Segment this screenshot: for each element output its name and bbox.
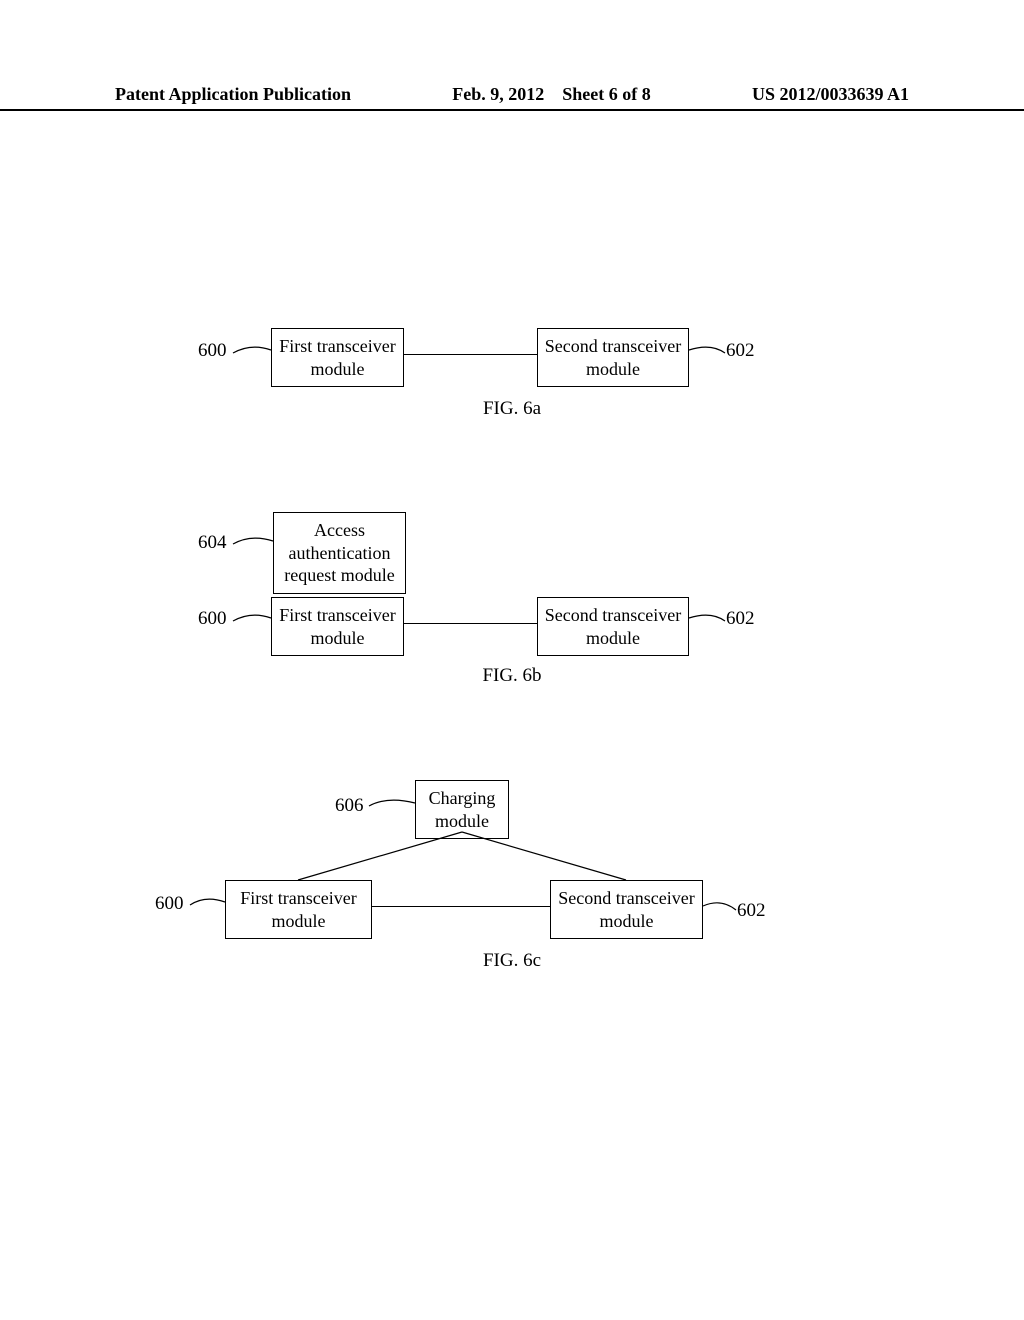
fig6a-first-ref: 600 (198, 340, 227, 362)
fig6b-second-transceiver-box: Second transceiver module (537, 597, 689, 656)
fig6a-caption: FIG. 6a (412, 398, 612, 420)
header-right: US 2012/0033639 A1 (752, 84, 909, 105)
header-center: Feb. 9, 2012 Sheet 6 of 8 (351, 84, 752, 105)
fig6c-first-ref: 600 (155, 893, 184, 915)
fig6c-charging-box: Charging module (415, 780, 509, 839)
fig6b-access-auth-box: Access authentication request module (273, 512, 406, 594)
fig6c-second-ref: 602 (737, 900, 766, 922)
header-date: Feb. 9, 2012 (452, 84, 544, 104)
fig6b-first-transceiver-box: First transceiver module (271, 597, 404, 656)
fig6c-charging-ref: 606 (335, 795, 364, 817)
fig6a-second-ref: 602 (726, 340, 755, 362)
lead-lines (0, 0, 1024, 1320)
fig6c-second-transceiver-box: Second transceiver module (550, 880, 703, 939)
fig6c-first-transceiver-box: First transceiver module (225, 880, 372, 939)
header-left: Patent Application Publication (115, 84, 351, 105)
fig6b-first-ref: 600 (198, 608, 227, 630)
header-sheet: Sheet 6 of 8 (562, 84, 651, 104)
fig6a-second-transceiver-box: Second transceiver module (537, 328, 689, 387)
fig6c-caption: FIG. 6c (412, 950, 612, 972)
fig6b-second-ref: 602 (726, 608, 755, 630)
fig6c-connector (372, 906, 550, 907)
fig6b-connector (404, 623, 537, 624)
fig6a-connector (404, 354, 537, 355)
page-header: Patent Application Publication Feb. 9, 2… (0, 84, 1024, 111)
fig6b-caption: FIG. 6b (412, 665, 612, 687)
fig6a-first-transceiver-box: First transceiver module (271, 328, 404, 387)
fig6b-access-ref: 604 (198, 532, 227, 554)
page: Patent Application Publication Feb. 9, 2… (0, 0, 1024, 1320)
